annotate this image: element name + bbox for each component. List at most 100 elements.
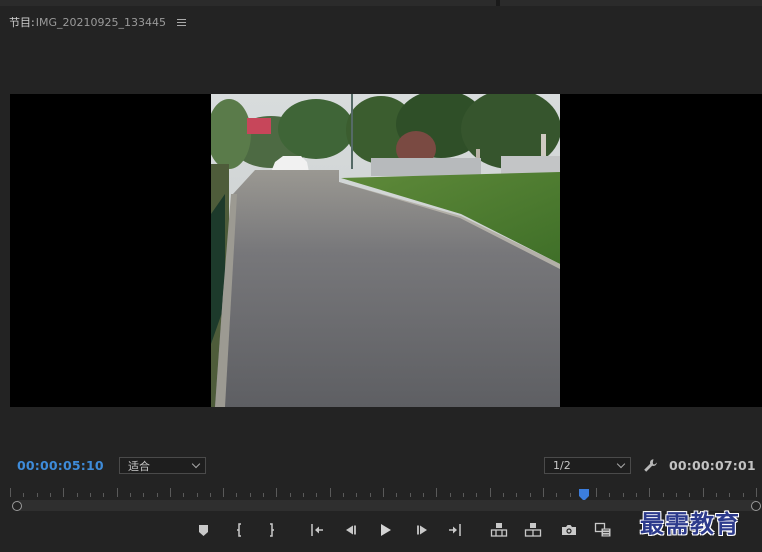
zoom-level-select[interactable]: 适合	[119, 457, 206, 474]
ruler-major-tick	[490, 488, 491, 497]
panel-menu-icon[interactable]	[176, 18, 186, 26]
ruler-minor-tick	[197, 493, 198, 497]
ruler-minor-tick	[130, 493, 131, 497]
mark-in-icon	[237, 523, 241, 537]
ruler-minor-tick	[689, 493, 690, 497]
video-frame-image	[211, 94, 560, 407]
lift-icon	[490, 523, 508, 537]
ruler-minor-tick	[143, 493, 144, 497]
total-duration: 00:00:07:01	[669, 458, 756, 473]
ruler-minor-tick	[210, 493, 211, 497]
watermark-logo: 最需教育	[640, 509, 740, 538]
comparison-icon	[594, 522, 611, 537]
ruler-major-tick	[649, 488, 650, 497]
go-to-out-button[interactable]	[446, 521, 464, 539]
ruler-minor-tick	[743, 493, 744, 497]
ruler-minor-tick	[623, 493, 624, 497]
ruler-minor-tick	[676, 493, 677, 497]
ruler-minor-tick	[290, 493, 291, 497]
mark-out-icon	[270, 523, 274, 537]
extract-button[interactable]	[524, 521, 542, 539]
ruler-minor-tick	[303, 493, 304, 497]
go-to-in-icon	[311, 524, 323, 536]
ruler-major-tick	[330, 488, 331, 497]
current-timecode[interactable]: 00:00:05:10	[17, 458, 104, 473]
ruler-major-tick	[63, 488, 64, 497]
program-monitor-viewer[interactable]	[10, 94, 762, 407]
ruler-minor-tick	[316, 493, 317, 497]
settings-wrench-icon[interactable]	[643, 458, 658, 473]
ruler-major-tick	[223, 488, 224, 497]
ruler-minor-tick	[410, 493, 411, 497]
top-border-segment	[500, 0, 762, 6]
camera-icon	[562, 525, 576, 535]
ruler-major-tick	[10, 488, 11, 497]
scrollbar-right-handle[interactable]	[751, 501, 761, 511]
ruler-minor-tick	[636, 493, 637, 497]
ruler-minor-tick	[90, 493, 91, 497]
ruler-minor-tick	[503, 493, 504, 497]
ruler-minor-tick	[157, 493, 158, 497]
ruler-minor-tick	[236, 493, 237, 497]
ruler-minor-tick	[476, 493, 477, 497]
ruler-minor-tick	[370, 493, 371, 497]
top-border-segment	[0, 0, 496, 6]
ruler-major-tick	[276, 488, 277, 497]
go-to-in-button[interactable]	[308, 521, 326, 539]
chevron-down-icon	[616, 459, 626, 469]
ruler-major-tick	[596, 488, 597, 497]
go-to-out-icon	[449, 524, 461, 536]
play-button[interactable]	[377, 521, 395, 539]
ruler-minor-tick	[450, 493, 451, 497]
video-frame	[211, 94, 560, 407]
step-back-button[interactable]	[342, 521, 360, 539]
ruler-minor-tick	[77, 493, 78, 497]
sequence-name[interactable]: IMG_20210925_133445	[36, 16, 166, 29]
playback-resolution-select[interactable]: 1/2	[544, 457, 631, 474]
comparison-view-button[interactable]	[594, 521, 612, 539]
ruler-major-tick	[117, 488, 118, 497]
ruler-minor-tick	[103, 493, 104, 497]
panel-header: 节目: IMG_20210925_133445	[9, 13, 186, 31]
scrollbar-left-handle[interactable]	[12, 501, 22, 511]
playhead-marker[interactable]	[579, 486, 589, 501]
lift-button[interactable]	[490, 521, 508, 539]
step-forward-icon	[417, 525, 427, 535]
ruler-minor-tick	[356, 493, 357, 497]
playback-resolution-value: 1/2	[553, 459, 571, 472]
ruler-minor-tick	[716, 493, 717, 497]
mark-in-button[interactable]	[231, 521, 249, 539]
ruler-minor-tick	[23, 493, 24, 497]
time-ruler[interactable]	[10, 486, 757, 500]
extract-icon	[524, 523, 542, 537]
ruler-minor-tick	[663, 493, 664, 497]
ruler-minor-tick	[530, 493, 531, 497]
export-frame-button[interactable]	[560, 521, 578, 539]
ruler-minor-tick	[609, 493, 610, 497]
ruler-minor-tick	[263, 493, 264, 497]
ruler-minor-tick	[250, 493, 251, 497]
ruler-major-tick	[756, 488, 757, 497]
play-icon	[381, 524, 391, 536]
panel-title-prefix[interactable]: 节目:	[9, 14, 35, 30]
chevron-down-icon	[191, 459, 201, 469]
step-back-icon	[346, 525, 356, 535]
ruler-minor-tick	[463, 493, 464, 497]
ruler-minor-tick	[423, 493, 424, 497]
zoom-level-value: 适合	[128, 459, 150, 473]
mark-out-button[interactable]	[262, 521, 280, 539]
ruler-major-tick	[703, 488, 704, 497]
ruler-major-tick	[543, 488, 544, 497]
add-marker-button[interactable]	[195, 521, 213, 539]
ruler-minor-tick	[343, 493, 344, 497]
ruler-minor-tick	[556, 493, 557, 497]
ruler-minor-tick	[570, 493, 571, 497]
ruler-major-tick	[436, 488, 437, 497]
step-forward-button[interactable]	[413, 521, 431, 539]
ruler-minor-tick	[50, 493, 51, 497]
ruler-minor-tick	[183, 493, 184, 497]
ruler-major-tick	[383, 488, 384, 497]
ruler-minor-tick	[729, 493, 730, 497]
ruler-minor-tick	[396, 493, 397, 497]
ruler-major-tick	[170, 488, 171, 497]
